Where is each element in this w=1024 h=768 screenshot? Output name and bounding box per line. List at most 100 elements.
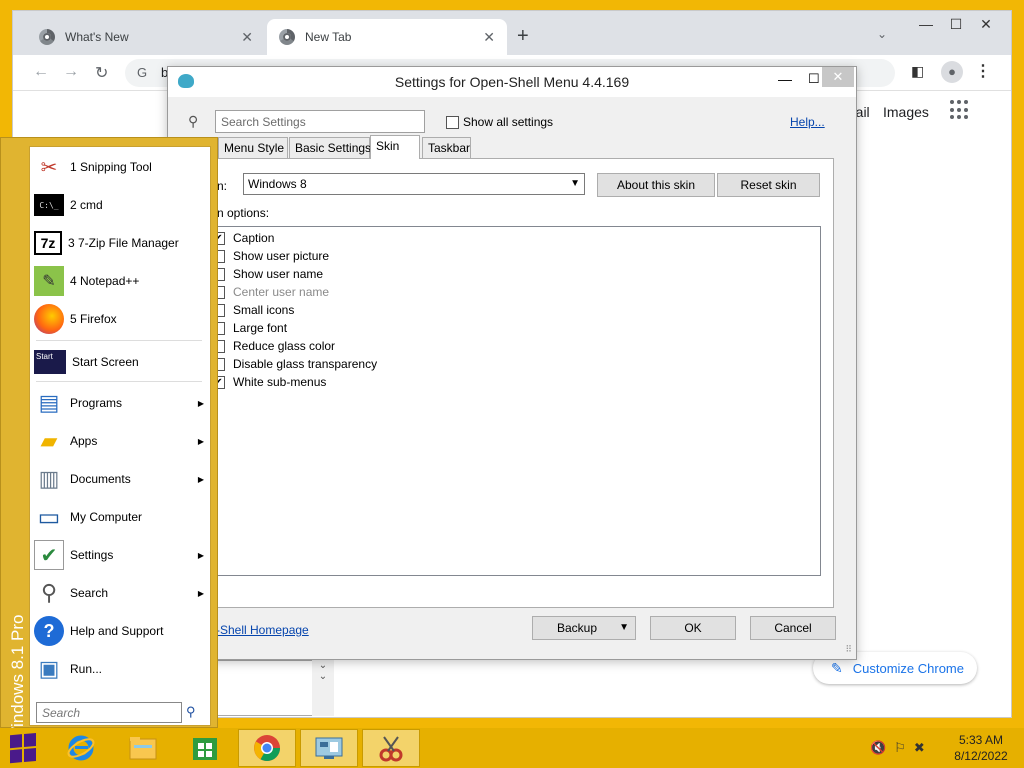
side-panel-button[interactable]: ◧ xyxy=(911,63,924,80)
notepadpp-icon: ✎ xyxy=(34,266,64,296)
minimize-button[interactable]: — xyxy=(911,13,941,35)
new-tab-button[interactable]: + xyxy=(517,25,529,48)
start-menu-item[interactable]: ✎ 4 Notepad++ xyxy=(34,263,208,299)
start-menu-item[interactable]: 5 Firefox xyxy=(34,301,208,337)
skin-option-label: Show user picture xyxy=(233,249,330,263)
search-settings-input[interactable] xyxy=(215,110,425,133)
start-menu-item[interactable]: ▤ Programs ▶ xyxy=(34,385,208,421)
google-apps-icon[interactable] xyxy=(950,100,970,120)
start-menu-item[interactable]: ▣ Run... xyxy=(34,651,208,687)
profile-avatar[interactable]: ● xyxy=(941,61,963,83)
skin-option[interactable]: Reduce glass color xyxy=(218,337,335,355)
taskbar-chrome[interactable] xyxy=(238,729,296,767)
start-menu-item-label: Run... xyxy=(70,662,103,676)
about-skin-button[interactable]: About this skin xyxy=(597,173,715,197)
skin-option[interactable]: Show user picture xyxy=(218,247,329,265)
tab-whats-new[interactable]: What's New ✕ xyxy=(27,19,265,55)
skin-option[interactable]: Show user name xyxy=(218,265,323,283)
dialog-minimize-button[interactable]: — xyxy=(778,71,792,87)
skin-tab-panel: n: Windows 8 ▼ About this skin Reset ski… xyxy=(176,158,834,608)
start-search-input[interactable] xyxy=(36,702,182,723)
maximize-button[interactable]: ☐ xyxy=(941,13,971,35)
dialog-maximize-button[interactable]: ☐ xyxy=(808,71,820,87)
tab-new-tab[interactable]: New Tab ✕ xyxy=(267,19,507,55)
checkbox-icon[interactable] xyxy=(218,267,225,281)
show-all-settings-checkbox[interactable]: Show all settings xyxy=(446,115,553,129)
dialog-close-button[interactable]: ✕ xyxy=(822,67,854,87)
skin-option[interactable]: Small icons xyxy=(218,301,294,319)
clock-time: 5:33 AM xyxy=(958,733,1004,747)
start-menu-item[interactable]: ✂ 1 Snipping Tool xyxy=(34,149,208,185)
chevron-down-icon: ▼ xyxy=(570,178,580,189)
close-button[interactable]: ✕ xyxy=(971,13,1001,35)
help-link[interactable]: Help... xyxy=(790,115,825,129)
skin-dropdown[interactable]: Windows 8 ▼ xyxy=(243,173,585,195)
listbox-scrollbar[interactable]: ⌄ ⌄ xyxy=(312,660,334,716)
start-menu-item[interactable]: 7z 3 7-Zip File Manager xyxy=(34,225,208,261)
chrome-menu-button[interactable]: ⋮ xyxy=(975,61,991,81)
windows-start-icon[interactable] xyxy=(10,732,38,764)
submenu-arrow-icon: ▶ xyxy=(197,474,204,484)
start-menu-item[interactable]: C:\_ 2 cmd xyxy=(34,187,208,223)
reset-skin-button[interactable]: Reset skin xyxy=(717,173,820,197)
homepage-link[interactable]: -Shell Homepage xyxy=(216,623,309,637)
start-screen-item[interactable]: Start Start Screen xyxy=(34,344,208,380)
start-menu-item[interactable]: ? Help and Support xyxy=(34,613,208,649)
taskbar-control-panel[interactable] xyxy=(300,729,358,767)
taskbar-clock[interactable]: 5:33 AM 8/12/2022 xyxy=(948,732,1014,764)
skin-option[interactable]: Center user name xyxy=(218,283,329,301)
start-menu-item[interactable]: ▰ Apps ▶ xyxy=(34,423,208,459)
tab-basic-settings[interactable]: Basic Settings xyxy=(289,137,371,158)
checkbox-checked-icon[interactable]: ✔ xyxy=(218,231,225,245)
taskbar-store[interactable] xyxy=(176,729,234,767)
skin-option[interactable]: Disable glass transparency xyxy=(218,355,377,373)
images-link[interactable]: Images xyxy=(883,104,929,120)
submenu-arrow-icon: ▶ xyxy=(197,398,204,408)
resize-grip[interactable]: ⠿ xyxy=(845,644,852,655)
skin-option[interactable]: Large font xyxy=(218,319,287,337)
search-icon[interactable]: ⚲ xyxy=(186,704,196,720)
checkbox-checked-icon[interactable]: ✔ xyxy=(218,375,225,389)
checkbox-icon[interactable] xyxy=(218,321,225,335)
programs-icon: ▤ xyxy=(38,390,60,415)
start-menu-item[interactable]: ▭ My Computer xyxy=(34,499,208,535)
menu-separator xyxy=(36,340,202,341)
start-menu-item-label: Apps xyxy=(70,434,98,448)
tab-close-icon[interactable]: ✕ xyxy=(241,29,253,46)
tab-close-icon[interactable]: ✕ xyxy=(483,29,495,46)
ok-button[interactable]: OK xyxy=(650,616,736,640)
back-button[interactable]: ← xyxy=(33,63,49,81)
backup-button[interactable]: Backup ▼ xyxy=(532,616,636,640)
settings-icon: ✔ xyxy=(34,540,64,570)
checkbox-icon[interactable] xyxy=(218,303,225,317)
tab-search-button[interactable]: ⌄ xyxy=(877,27,887,41)
start-menu-item[interactable]: ⚲ Search ▶ xyxy=(34,575,208,611)
checkbox-icon[interactable] xyxy=(218,249,225,263)
checkbox-icon[interactable] xyxy=(218,357,225,371)
start-menu-item[interactable]: ▥ Documents ▶ xyxy=(34,461,208,497)
skin-label: n: xyxy=(217,179,228,193)
start-menu-item-label: Programs xyxy=(70,396,123,410)
skin-option[interactable]: ✔ White sub-menus xyxy=(218,373,326,391)
start-menu-item-label: 1 Snipping Tool xyxy=(70,160,152,174)
start-menu-item[interactable]: ✔ Settings ▶ xyxy=(34,537,208,573)
system-tray-icons[interactable]: 🔇⚐✖ xyxy=(870,740,933,756)
tab-skin[interactable]: Skin xyxy=(370,135,420,159)
checkbox-icon[interactable] xyxy=(218,285,225,299)
computer-icon: ▭ xyxy=(37,503,61,531)
taskbar-file-explorer[interactable] xyxy=(114,729,172,767)
reload-button[interactable]: ↻ xyxy=(95,63,108,83)
settings-dialog: Settings for Open-Shell Menu 4.4.169 — ☐… xyxy=(167,66,857,660)
backup-label: Backup xyxy=(557,621,598,635)
menu-separator xyxy=(36,381,202,382)
checkbox-box[interactable] xyxy=(446,115,459,129)
skin-option[interactable]: ✔ Caption xyxy=(218,229,274,247)
checkbox-icon[interactable] xyxy=(218,339,225,353)
taskbar-snipping-tool[interactable] xyxy=(362,729,420,767)
forward-button[interactable]: → xyxy=(63,63,79,81)
tab-menu-style[interactable]: Menu Style xyxy=(218,137,288,158)
cancel-button[interactable]: Cancel xyxy=(750,616,836,640)
tab-taskbar[interactable]: Taskbar xyxy=(422,137,471,158)
clock-date: 8/12/2022 xyxy=(954,749,1008,763)
taskbar-internet-explorer[interactable] xyxy=(52,729,110,767)
